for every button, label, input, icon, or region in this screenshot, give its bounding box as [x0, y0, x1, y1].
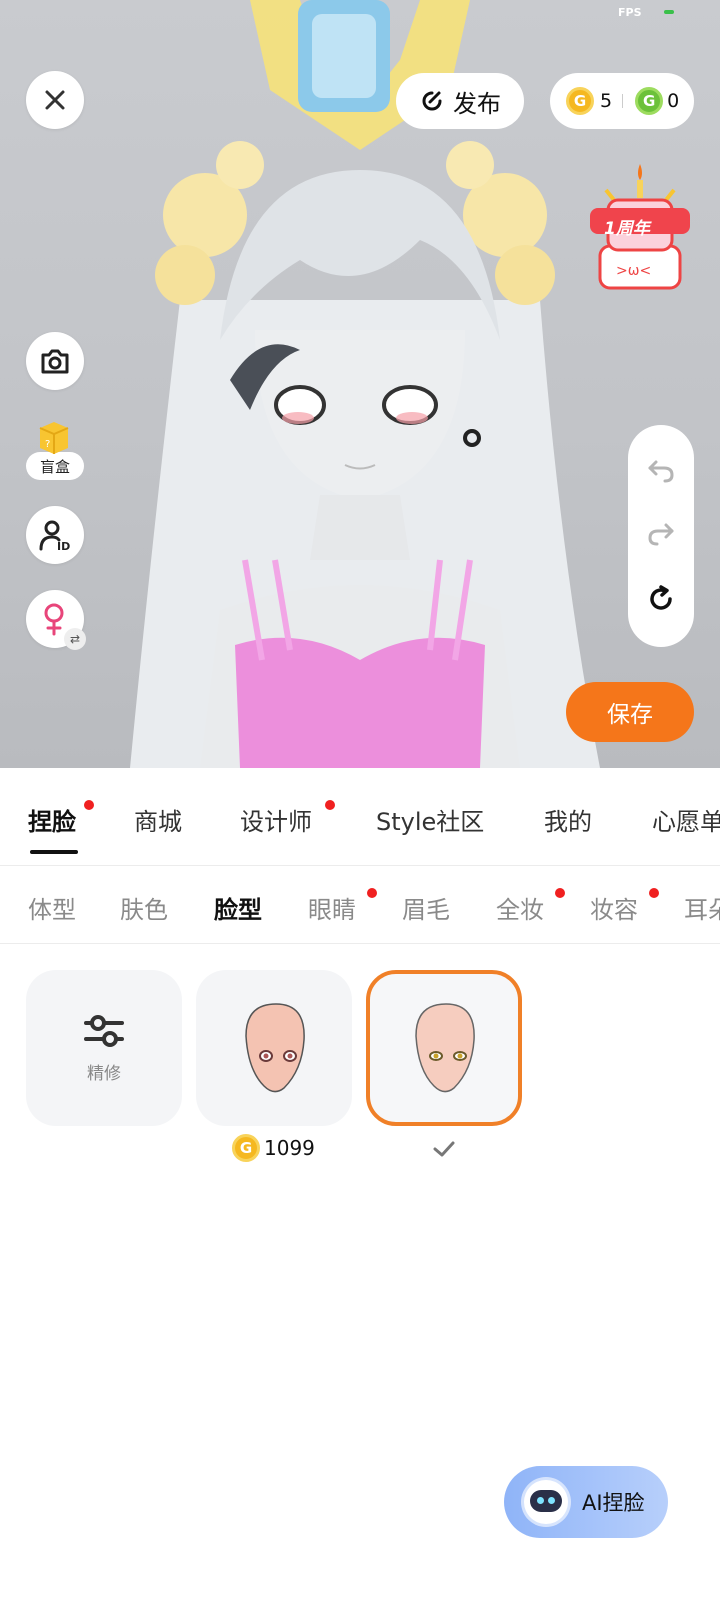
- blindbox-button[interactable]: 盲盒 ?: [26, 418, 86, 484]
- currency-divider: [622, 94, 624, 108]
- camera-icon: [41, 349, 69, 374]
- notification-dot: [555, 888, 565, 898]
- subtab-skin-color[interactable]: 肤色: [120, 890, 168, 925]
- close-icon: [45, 90, 65, 110]
- avatar-viewport[interactable]: FPS 发布 G 5 G 0 >ω< 1周年 盲盒 ? ID ⇄ 保存: [0, 0, 720, 768]
- tab-style-community[interactable]: Style社区: [376, 802, 484, 837]
- close-button[interactable]: [26, 71, 84, 129]
- anniversary-label: 1周年: [604, 219, 650, 239]
- publish-icon: [422, 91, 442, 111]
- refine-label: 精修: [87, 1063, 121, 1084]
- gold-coin-icon: G: [232, 1134, 260, 1162]
- gold-coin-count: 5: [600, 90, 613, 112]
- undo-icon[interactable]: [646, 458, 676, 484]
- category-tab-bar: 体型 肤色 脸型 眼睛 眉毛 全妆 妆容 耳朵: [0, 866, 720, 944]
- redo-icon[interactable]: [646, 521, 676, 547]
- tab-face-editing[interactable]: 捏脸: [28, 802, 76, 837]
- tab-mine[interactable]: 我的: [544, 802, 592, 837]
- publish-label: 发布: [453, 89, 501, 118]
- fps-status-dot: [664, 10, 674, 14]
- swap-icon: ⇄: [64, 628, 86, 650]
- svg-text:ID: ID: [57, 540, 70, 552]
- ai-face-button[interactable]: AI捏脸: [504, 1466, 668, 1538]
- refine-option[interactable]: 精修: [26, 970, 182, 1126]
- tab-designer[interactable]: 设计师: [240, 802, 312, 837]
- face-preview-image: [415, 1003, 475, 1093]
- ai-face-label: AI捏脸: [582, 1491, 645, 1515]
- reset-icon[interactable]: [646, 584, 676, 614]
- main-tab-bar: 捏脸 商城 设计师 Style社区 我的 心愿单: [0, 768, 720, 866]
- face-shape-option-selected[interactable]: [366, 970, 522, 1126]
- avatar-id-icon: ID: [39, 520, 70, 552]
- avatar-id-button[interactable]: ID: [26, 506, 84, 564]
- gender-toggle-button[interactable]: ⇄: [26, 590, 86, 650]
- camera-button[interactable]: [26, 332, 84, 390]
- notification-dot: [367, 888, 377, 898]
- face-shape-option[interactable]: [196, 970, 352, 1126]
- active-tab-indicator: [30, 850, 78, 854]
- subtab-eyebrows[interactable]: 眉毛: [402, 890, 450, 925]
- publish-button[interactable]: 发布: [396, 73, 524, 129]
- notification-dot: [84, 800, 94, 810]
- gold-coin-icon: G: [566, 87, 594, 115]
- tab-wishlist[interactable]: 心愿单: [652, 802, 720, 837]
- green-coin-count: 0: [667, 90, 680, 112]
- subtab-makeup[interactable]: 妆容: [590, 890, 638, 925]
- subtab-face-shape[interactable]: 脸型: [214, 890, 262, 925]
- blindbox-icon: ?: [39, 422, 69, 454]
- green-coin-icon: G: [635, 87, 664, 115]
- svg-text:?: ?: [45, 439, 50, 450]
- fps-indicator: FPS: [618, 6, 642, 19]
- face-option-price: G 1099: [232, 1134, 315, 1162]
- notification-dot: [325, 800, 335, 810]
- price-value: 1099: [264, 1136, 315, 1160]
- tab-shop[interactable]: 商城: [134, 802, 182, 837]
- anniversary-badge[interactable]: >ω< 1周年: [586, 160, 694, 295]
- currency-balance[interactable]: G 5 G 0: [550, 73, 694, 129]
- face-preview-image: [245, 1003, 305, 1093]
- sliders-icon: [84, 1014, 124, 1047]
- robot-icon: [524, 1480, 568, 1524]
- checkmark-icon: [433, 1141, 455, 1157]
- subtab-eyes[interactable]: 眼睛: [308, 890, 356, 925]
- save-button[interactable]: 保存: [566, 682, 694, 742]
- subtab-ears[interactable]: 耳朵: [684, 890, 720, 925]
- notification-dot: [649, 888, 659, 898]
- svg-text:>ω<: >ω<: [616, 263, 651, 279]
- subtab-body-shape[interactable]: 体型: [28, 890, 76, 925]
- subtab-full-makeup[interactable]: 全妆: [496, 890, 544, 925]
- edit-history-panel: [628, 425, 694, 647]
